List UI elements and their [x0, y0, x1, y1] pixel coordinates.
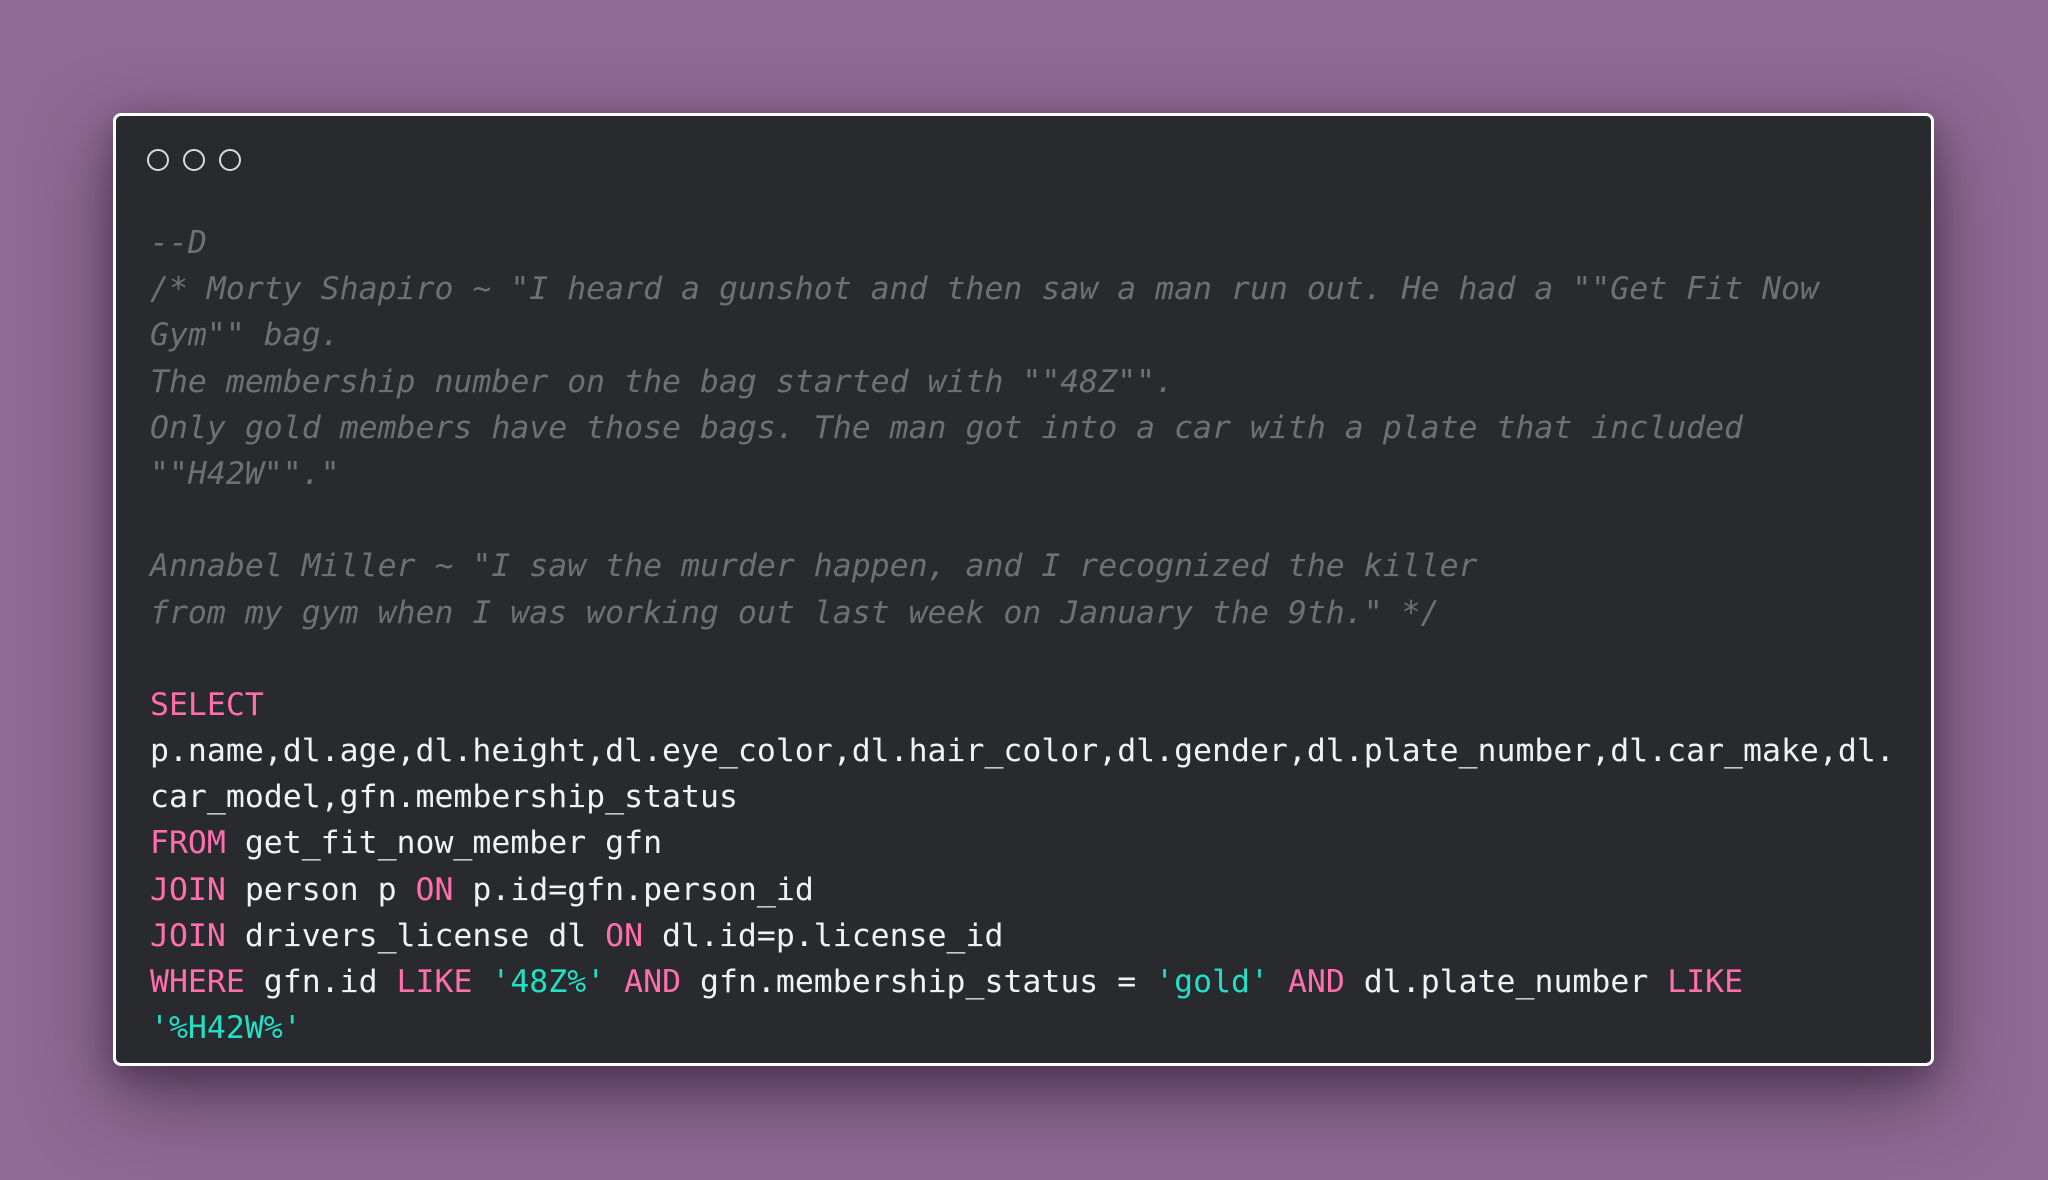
window-controls	[147, 149, 241, 171]
code-line: SELECT	[150, 682, 1921, 728]
comment-token: Gym"" bag.	[150, 317, 340, 354]
code-token: car_model,gfn.membership_status	[150, 779, 738, 816]
keyword-token: AND	[624, 964, 682, 1000]
code-line: JOIN person p ON p.id=gfn.person_id	[150, 867, 1921, 913]
close-circle-icon[interactable]	[147, 149, 169, 171]
maximize-circle-icon[interactable]	[219, 149, 241, 171]
code-line: The membership number on the bag started…	[150, 359, 1921, 405]
code-line: from my gym when I was working out last …	[150, 590, 1921, 636]
string-token: 'gold'	[1155, 964, 1269, 1000]
keyword-token: SELECT	[150, 686, 264, 723]
keyword-token: JOIN	[150, 917, 226, 954]
code-line: Gym"" bag.	[150, 312, 1921, 358]
keyword-token: WHERE	[150, 964, 245, 1000]
keyword-token: AND	[1287, 964, 1345, 1000]
code-block: --D /* Morty Shapiro ~ "I heard a gunshot…	[150, 220, 1921, 1051]
code-token: drivers_license dl	[225, 917, 606, 954]
code-line: Annabel Miller ~ "I saw the murder happe…	[150, 543, 1921, 589]
code-line: WHERE gfn.id LIKE '48Z%' AND gfn.members…	[150, 959, 1921, 1005]
code-line: car_model,gfn.membership_status	[150, 774, 1921, 820]
comment-token: /* Morty Shapiro ~ "I heard a gunshot an…	[150, 271, 1819, 308]
comment-token: --D	[150, 225, 207, 261]
keyword-token: JOIN	[150, 871, 226, 908]
comment-token: from my gym when I was working out last …	[150, 594, 1440, 631]
string-token: '%H42W%'	[150, 1010, 302, 1047]
code-token: p.name,dl.age,dl.height,dl.eye_color,dl.…	[150, 733, 1895, 770]
code-line: ""H42W""."	[150, 451, 1921, 497]
keyword-token: LIKE	[1667, 964, 1744, 1000]
code-line: --D	[150, 220, 1921, 266]
code-line: /* Morty Shapiro ~ "I heard a gunshot an…	[150, 266, 1921, 312]
minimize-circle-icon[interactable]	[183, 149, 205, 171]
code-token: get_fit_now_member gfn	[225, 825, 663, 862]
comment-token: The membership number on the bag started…	[150, 363, 1175, 400]
keyword-token: ON	[415, 871, 454, 908]
code-window: --D /* Morty Shapiro ~ "I heard a gunshot…	[113, 113, 1934, 1066]
code-line: Only gold members have those bags. The m…	[150, 405, 1921, 451]
code-line: p.name,dl.age,dl.height,dl.eye_color,dl.…	[150, 728, 1921, 774]
code-token: dl.plate_number	[1344, 964, 1668, 1000]
keyword-token: FROM	[150, 825, 226, 862]
keyword-token: LIKE	[396, 964, 473, 1000]
code-token: gfn.id	[244, 964, 397, 1000]
code-line: '%H42W%'	[150, 1005, 1921, 1051]
code-token: gfn.membership_status =	[681, 964, 1156, 1000]
comment-token: Only gold members have those bags. The m…	[150, 409, 1744, 446]
code-token: p.id=gfn.person_id	[453, 871, 814, 908]
keyword-token: ON	[605, 917, 644, 954]
comment-token: Annabel Miller ~ "I saw the murder happe…	[150, 548, 1478, 585]
code-token: person p	[225, 871, 416, 908]
string-token: '48Z%'	[491, 964, 606, 1000]
code-token: dl.id=p.license_id	[643, 917, 1004, 954]
comment-token: ""H42W""."	[150, 455, 340, 492]
code-line: FROM get_fit_now_member gfn	[150, 820, 1921, 866]
code-line: JOIN drivers_license dl ON dl.id=p.licen…	[150, 913, 1921, 959]
